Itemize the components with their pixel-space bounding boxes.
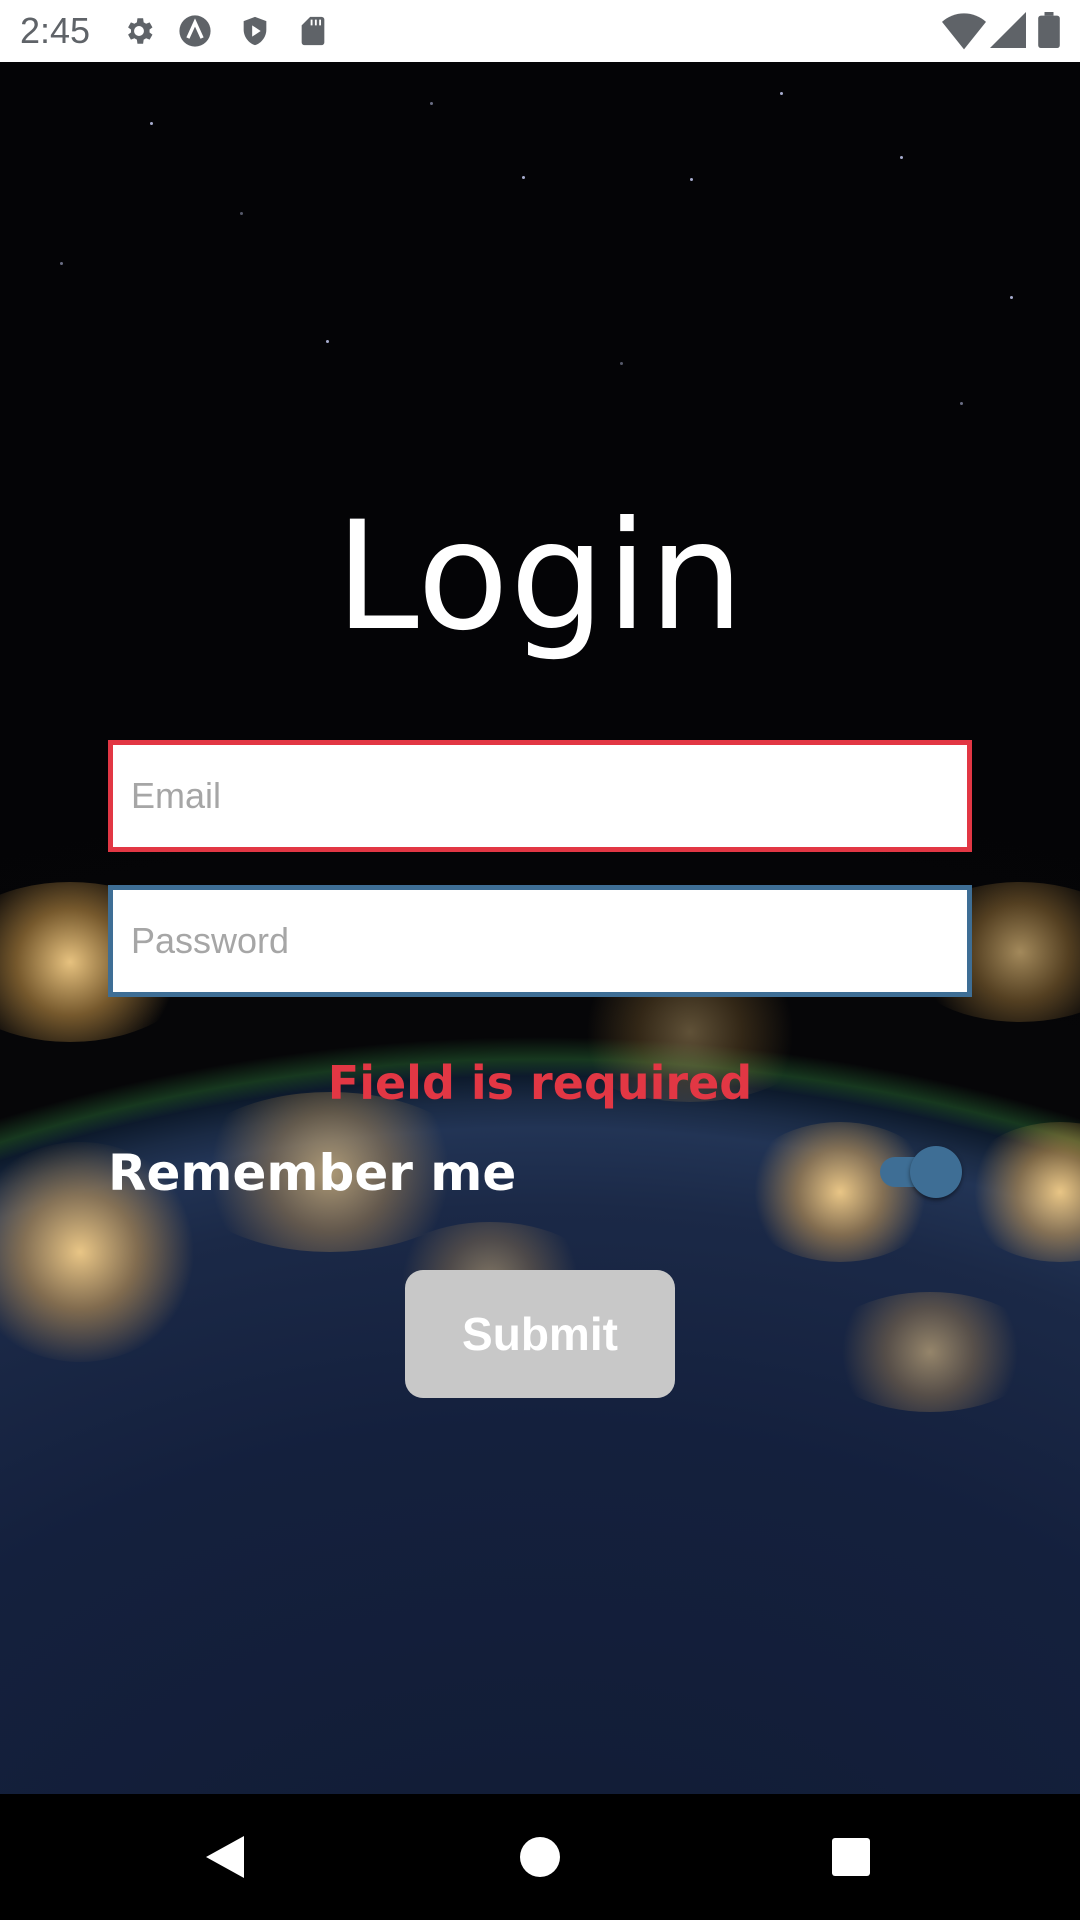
gear-icon xyxy=(128,18,153,44)
navigation-bar xyxy=(0,1794,1080,1920)
remember-me-label: Remember me xyxy=(108,1144,517,1202)
battery-icon xyxy=(1038,12,1060,48)
recents-icon[interactable] xyxy=(791,1794,911,1920)
a-circle-icon xyxy=(179,15,211,47)
login-screen: 2:45 Login Email Field is required Remem… xyxy=(0,0,1080,1920)
sd-card-icon xyxy=(301,16,325,46)
shield-play-icon xyxy=(243,16,267,46)
email-field[interactable] xyxy=(108,740,972,852)
submit-button[interactable]: Submit xyxy=(405,1270,675,1398)
email-input[interactable] xyxy=(113,745,967,847)
password-field[interactable] xyxy=(108,885,972,997)
toggle-thumb xyxy=(910,1146,962,1198)
password-input[interactable] xyxy=(113,890,967,992)
page-title: Login xyxy=(335,490,745,664)
wifi-icon xyxy=(942,13,986,50)
error-message: Field is required xyxy=(327,1056,753,1110)
status-time: 2:45 xyxy=(20,10,91,51)
back-icon[interactable] xyxy=(166,1794,286,1920)
status-bar: 2:45 xyxy=(0,0,1080,62)
remember-me-toggle[interactable] xyxy=(880,1146,962,1198)
home-icon[interactable] xyxy=(480,1794,600,1920)
signal-icon xyxy=(990,12,1026,48)
